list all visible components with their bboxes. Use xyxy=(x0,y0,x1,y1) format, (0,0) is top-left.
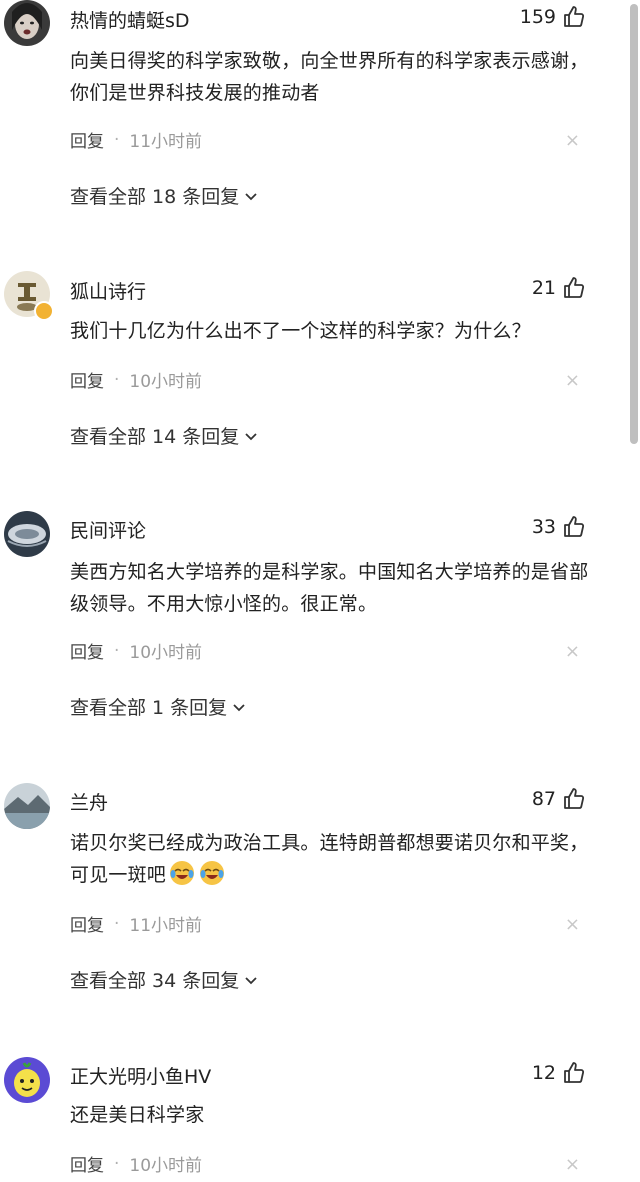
chevron-down-icon xyxy=(245,976,257,984)
thumbs-up-icon xyxy=(564,1062,585,1083)
thumbs-up-icon xyxy=(564,516,585,537)
laugh-cry-emoji xyxy=(170,861,195,885)
avatar[interactable] xyxy=(4,0,50,46)
comment-meta: 回复 · 10小时前 xyxy=(70,1151,203,1177)
avatar[interactable] xyxy=(4,511,50,557)
view-all-replies-label: 查看全部 14 条回复 xyxy=(70,426,240,448)
verified-badge xyxy=(34,301,54,321)
like-count: 159 xyxy=(519,6,556,28)
chevron-down-icon xyxy=(245,192,257,200)
view-all-replies-button[interactable]: 查看全部 14 条回复 xyxy=(70,422,259,449)
username[interactable]: 民间评论 xyxy=(70,516,146,543)
like-count: 21 xyxy=(531,277,556,299)
comment-text: 向美日得奖的科学家致敬，向全世界所有的科学家表示感谢，你们是世界科技发展的推动者 xyxy=(70,50,589,104)
comment-text-content: 诺贝尔奖已经成为政治工具。连特朗普都想要诺贝尔和平奖，可见一斑吧 xyxy=(70,832,589,886)
view-all-replies-label: 查看全部 1 条回复 xyxy=(70,697,228,719)
thumbs-up-icon xyxy=(564,6,585,27)
like-button[interactable]: 87 xyxy=(532,787,586,811)
thumbs-up-icon xyxy=(564,277,585,298)
scrollbar-thumb[interactable] xyxy=(630,4,638,444)
chevron-down-icon xyxy=(245,432,257,440)
close-icon[interactable]: × xyxy=(565,914,580,935)
reply-button[interactable]: 回复 xyxy=(70,367,104,392)
view-all-replies-button[interactable]: 查看全部 18 条回复 xyxy=(70,182,259,209)
separator: · xyxy=(114,369,120,390)
comment-meta: 回复 · 10小时前 xyxy=(70,638,203,664)
scrollbar[interactable] xyxy=(628,0,640,1182)
view-all-replies-label: 查看全部 18 条回复 xyxy=(70,186,240,208)
like-count: 33 xyxy=(531,516,556,538)
laugh-cry-emoji xyxy=(200,861,225,885)
separator: · xyxy=(114,640,120,661)
view-all-replies-label: 查看全部 34 条回复 xyxy=(70,970,240,992)
chevron-down-icon xyxy=(233,703,245,711)
username[interactable]: 狐山诗行 xyxy=(70,277,146,304)
username[interactable]: 热情的蜻蜓sD xyxy=(70,6,190,33)
avatar[interactable] xyxy=(4,783,50,829)
like-button[interactable]: 12 xyxy=(532,1061,586,1085)
close-icon[interactable]: × xyxy=(565,370,580,391)
timestamp: 11小时前 xyxy=(129,132,203,152)
view-all-replies-button[interactable]: 查看全部 1 条回复 xyxy=(70,693,247,720)
reply-button[interactable]: 回复 xyxy=(70,911,104,936)
separator: · xyxy=(114,129,120,150)
like-count: 87 xyxy=(531,788,556,810)
username[interactable]: 正大光明小鱼HV xyxy=(70,1062,211,1089)
reply-button[interactable]: 回复 xyxy=(70,127,104,152)
comment-text: 还是美日科学家 xyxy=(70,1104,205,1126)
comment-text: 美西方知名大学培养的是科学家。中国知名大学培养的是省部级领导。不用大惊小怪的。很… xyxy=(70,561,589,615)
comment-meta: 回复 · 11小时前 xyxy=(70,911,203,937)
username[interactable]: 兰舟 xyxy=(70,788,108,815)
comment-text: 我们十几亿为什么出不了一个这样的科学家？为什么？ xyxy=(70,320,531,342)
separator: · xyxy=(114,1153,120,1174)
like-button[interactable]: 159 xyxy=(520,5,586,29)
comment-meta: 回复 · 10小时前 xyxy=(70,367,203,393)
like-button[interactable]: 21 xyxy=(532,276,586,300)
reply-button[interactable]: 回复 xyxy=(70,638,104,663)
timestamp: 10小时前 xyxy=(129,372,203,392)
timestamp: 10小时前 xyxy=(129,1156,203,1176)
avatar[interactable] xyxy=(4,1057,50,1103)
reply-button[interactable]: 回复 xyxy=(70,1151,104,1176)
timestamp: 11小时前 xyxy=(129,916,203,936)
comment-text: 诺贝尔奖已经成为政治工具。连特朗普都想要诺贝尔和平奖，可见一斑吧 xyxy=(70,827,600,891)
close-icon[interactable]: × xyxy=(565,1154,580,1175)
close-icon[interactable]: × xyxy=(565,130,580,151)
comment-meta: 回复 · 11小时前 xyxy=(70,127,203,153)
view-all-replies-button[interactable]: 查看全部 34 条回复 xyxy=(70,966,259,993)
timestamp: 10小时前 xyxy=(129,643,203,663)
separator: · xyxy=(114,913,120,934)
thumbs-up-icon xyxy=(564,788,585,809)
close-icon[interactable]: × xyxy=(565,641,580,662)
like-button[interactable]: 33 xyxy=(532,515,586,539)
like-count: 12 xyxy=(531,1062,556,1084)
